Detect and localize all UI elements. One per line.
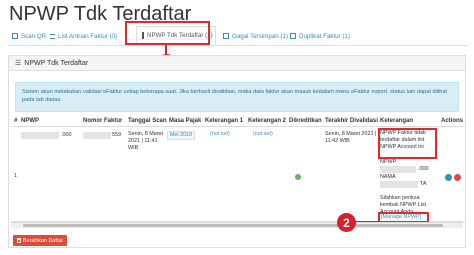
trash-icon bbox=[17, 238, 21, 243]
horizontal-scrollbar[interactable] bbox=[11, 222, 463, 228]
col-num: # bbox=[14, 118, 18, 124]
list-icon bbox=[50, 33, 55, 39]
copy-icon bbox=[290, 33, 296, 39]
keterangan-npwp-suffix: .000 bbox=[418, 166, 429, 172]
row-number: 1 bbox=[14, 173, 17, 179]
keterangan-1-value[interactable]: (not set) bbox=[210, 131, 230, 138]
keterangan-npwp-label: NPWP bbox=[380, 159, 397, 165]
tab-scan-qr[interactable]: Scan QR bbox=[12, 28, 46, 44]
npwp-panel: ☰ NPWP Tdk Terdaftar Sistem akan melakuk… bbox=[8, 55, 466, 248]
nomor-faktur-suffix: 559 bbox=[112, 132, 121, 138]
tab-bar: Scan QR List Antrian Faktur (0) NPWP Tdk… bbox=[8, 26, 468, 46]
dikreditkan-toggle-icon[interactable] bbox=[295, 174, 301, 180]
panel-header: ☰ NPWP Tdk Terdaftar bbox=[9, 56, 465, 71]
list-icon: ☰ bbox=[15, 60, 22, 67]
col-terakhir-divalidasi[interactable]: Terakhir Divalidasi bbox=[325, 118, 378, 124]
col-nomor-faktur[interactable]: Nomor Faktur bbox=[83, 118, 122, 124]
redacted-keterangan-npwp bbox=[380, 166, 416, 173]
redacted-npwp bbox=[21, 132, 59, 139]
callout-two: 2 bbox=[337, 213, 356, 232]
redacted-keterangan-nama bbox=[380, 181, 418, 188]
tab-gagal-tersimpan[interactable]: Gagal Tersimpan (1) bbox=[223, 28, 288, 44]
redacted-nomor-faktur bbox=[83, 132, 111, 139]
scrollbar-thumb[interactable] bbox=[23, 224, 443, 227]
col-npwp[interactable]: NPWP bbox=[21, 118, 39, 124]
keterangan-nama-label: NAMA bbox=[380, 174, 396, 180]
panel-heading: NPWP Tdk Terdaftar bbox=[24, 59, 89, 67]
view-icon[interactable] bbox=[445, 174, 452, 181]
tab-highlight bbox=[125, 21, 210, 45]
row-actions bbox=[445, 174, 461, 181]
tab-label: Duplikat Faktur (1) bbox=[299, 32, 350, 40]
col-actions: Actions bbox=[441, 118, 464, 124]
tab-label: Scan QR bbox=[21, 32, 47, 40]
keterangan-highlight-box bbox=[378, 128, 437, 159]
keterangan-2-value[interactable]: (not set) bbox=[253, 131, 273, 138]
tab-label: Gagal Tersimpan (1) bbox=[232, 32, 288, 40]
col-masa-pajak[interactable]: Masa Pajak bbox=[169, 118, 201, 124]
col-keterangan-2[interactable]: Keterangan 2 bbox=[248, 118, 286, 124]
tab-label: List Antrian Faktur (0) bbox=[58, 32, 118, 40]
clear-list-label: Bersihkan Daftar bbox=[23, 237, 64, 244]
delete-icon[interactable] bbox=[454, 174, 461, 181]
col-keterangan-1[interactable]: Keterangan 1 bbox=[205, 118, 243, 124]
keterangan-nama-suffix: TA bbox=[420, 181, 427, 187]
npwp-suffix: .000 bbox=[61, 132, 72, 138]
tab-duplikat-faktur[interactable]: Duplikat Faktur (1) bbox=[290, 28, 350, 44]
qr-icon bbox=[12, 33, 18, 39]
tanggal-scan-value: Senin, 8 Maret 2021 | 11:41 WIB bbox=[128, 131, 164, 151]
col-keterangan[interactable]: Keterangan bbox=[380, 118, 413, 124]
warning-icon bbox=[223, 33, 229, 39]
terakhir-divalidasi-value: Senin, 8 Maret 2021 | 11:42 WIB bbox=[325, 131, 377, 144]
clear-list-button[interactable]: Bersihkan Daftar bbox=[13, 235, 68, 246]
col-dikreditkan[interactable]: Dikreditkan bbox=[289, 118, 322, 124]
tab-list-antrian[interactable]: List Antrian Faktur (0) bbox=[50, 28, 117, 44]
masa-pajak-value: Mei 2018 bbox=[167, 131, 196, 140]
col-tanggal-scan[interactable]: Tanggal Scan bbox=[128, 118, 167, 124]
header-divider bbox=[11, 126, 465, 127]
info-alert: Sistem akan melakukan validasi eFaktur s… bbox=[15, 82, 459, 112]
